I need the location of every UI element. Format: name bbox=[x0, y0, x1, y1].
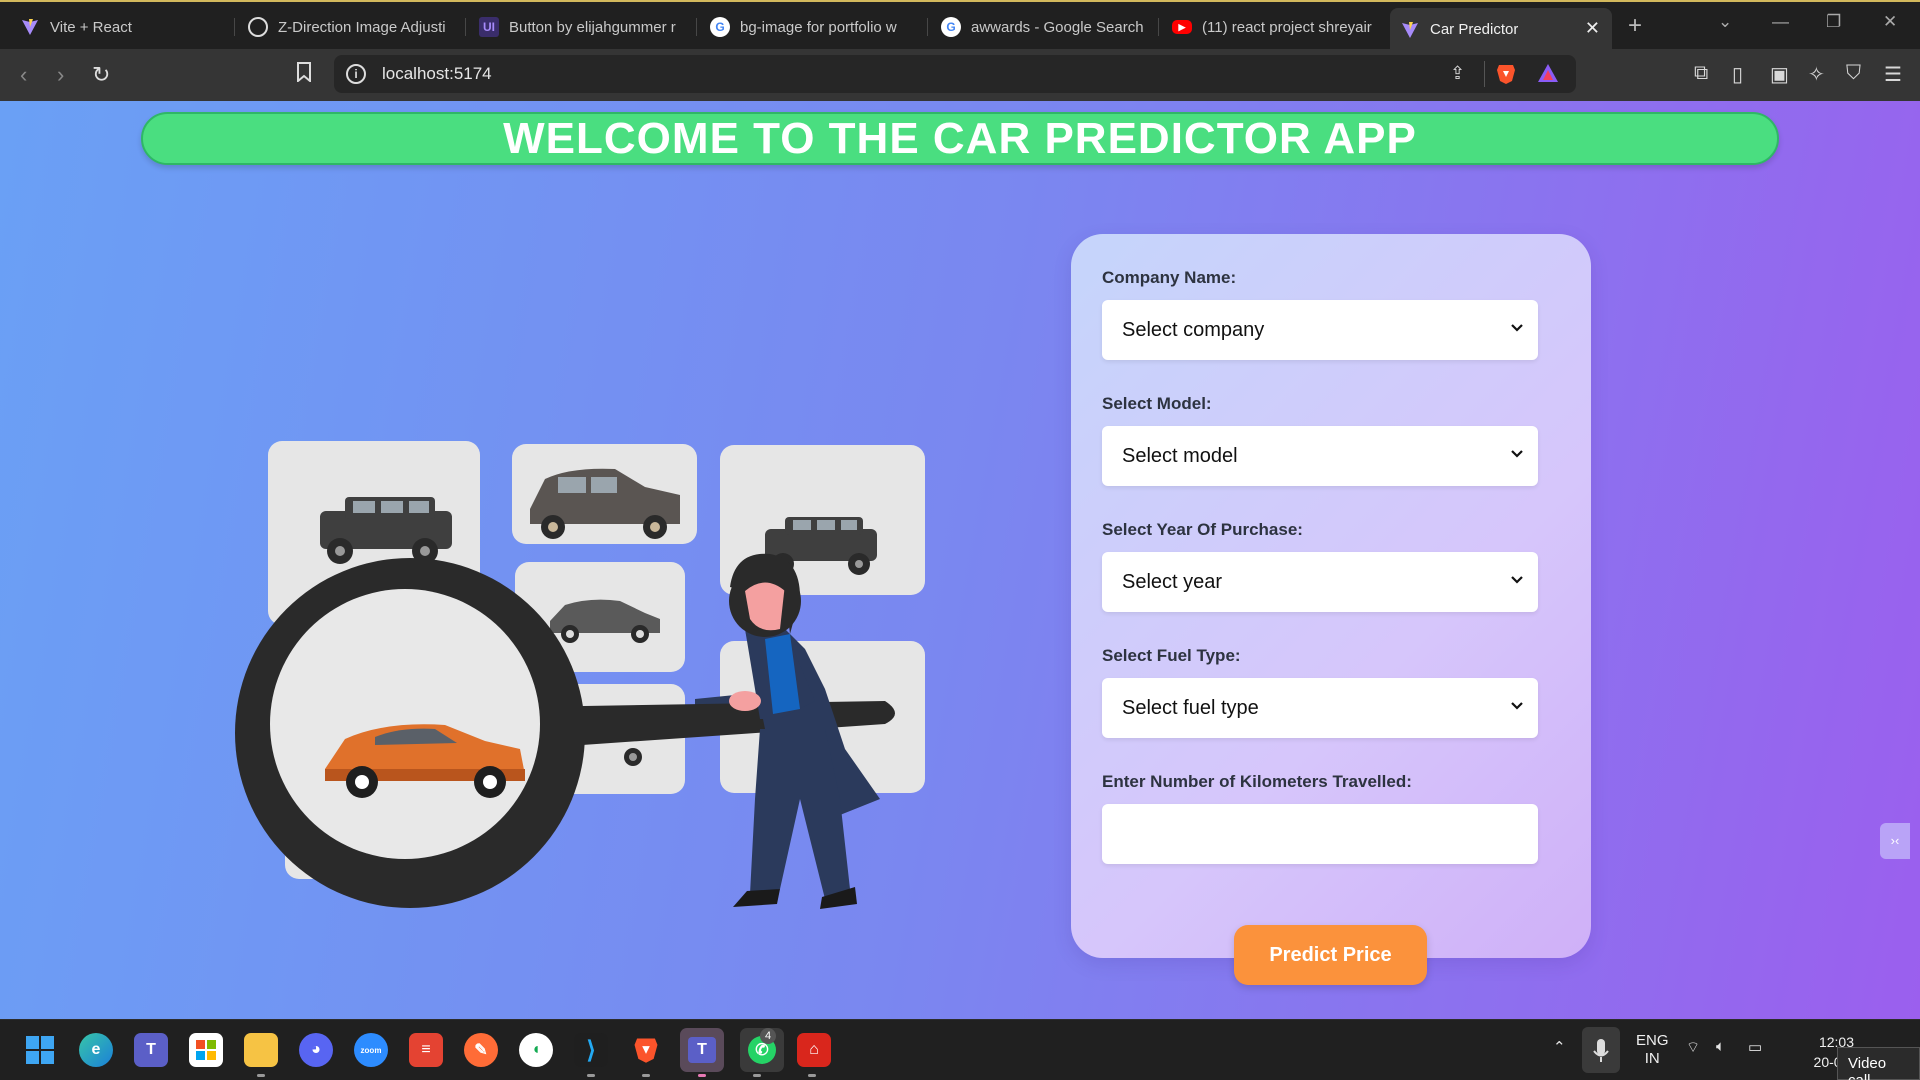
show-hidden-icons-chevron-icon[interactable]: ⌃ bbox=[1553, 1038, 1566, 1056]
reload-icon[interactable]: ↻ bbox=[92, 62, 110, 88]
whatsapp-badge: 4 bbox=[760, 1028, 776, 1044]
menu-icon[interactable]: ☰ bbox=[1884, 62, 1902, 87]
window-close-icon[interactable]: ✕ bbox=[1883, 12, 1897, 32]
tab-bg-image[interactable]: G bg-image for portfolio w bbox=[700, 8, 928, 46]
browser-tab-bar: Vite + React Z-Direction Image Adjusti U… bbox=[0, 0, 1920, 51]
wifi-icon[interactable]: ⌔ bbox=[1686, 1038, 1700, 1057]
page-title: WELCOME TO THE CAR PREDICTOR APP bbox=[503, 113, 1417, 163]
back-icon[interactable]: ‹ bbox=[20, 62, 27, 88]
tab-awwards-search[interactable]: G awwards - Google Search bbox=[931, 8, 1159, 46]
zoom-icon[interactable]: zoom bbox=[354, 1033, 388, 1067]
fuel-select-value: Select fuel type bbox=[1122, 696, 1259, 719]
language-code: ENG bbox=[1636, 1032, 1669, 1049]
region-code: IN bbox=[1644, 1050, 1660, 1067]
brave-rewards-icon[interactable] bbox=[1537, 63, 1559, 88]
tab-youtube-react-project[interactable]: ▶ (11) react project shreyair bbox=[1162, 8, 1390, 46]
video-call-tooltip: Video call bbox=[1837, 1047, 1920, 1080]
discord-icon[interactable]: ◕ bbox=[299, 1033, 333, 1067]
year-select-value: Select year bbox=[1122, 570, 1223, 593]
chevron-down-icon bbox=[1511, 702, 1523, 710]
url-text[interactable]: localhost:5174 bbox=[382, 64, 492, 84]
sidebar-icon[interactable]: ▯ bbox=[1732, 62, 1743, 87]
acrobat-icon[interactable]: ⌂ bbox=[797, 1033, 831, 1067]
wallet-icon[interactable]: ▣ bbox=[1770, 62, 1789, 87]
tab-title: Z-Direction Image Adjusti bbox=[278, 18, 446, 36]
tab-title: Car Predictor bbox=[1430, 21, 1519, 38]
model-label: Select Model: bbox=[1102, 394, 1212, 413]
openai-icon bbox=[248, 17, 268, 37]
minimize-icon[interactable]: — bbox=[1772, 12, 1789, 32]
close-icon[interactable]: ✕ bbox=[1585, 18, 1600, 39]
forward-icon[interactable]: › bbox=[57, 62, 64, 88]
tab-z-direction[interactable]: Z-Direction Image Adjusti bbox=[238, 8, 466, 46]
new-tab-icon[interactable]: + bbox=[1628, 12, 1642, 40]
extensions-icon[interactable]: ⧉ bbox=[1694, 62, 1708, 85]
todoist-icon[interactable]: ≡ bbox=[409, 1033, 443, 1067]
kilometers-input[interactable] bbox=[1102, 804, 1538, 864]
fuel-select[interactable]: Select fuel type bbox=[1102, 678, 1538, 738]
bookmark-icon[interactable] bbox=[296, 62, 312, 88]
tab-title: (11) react project shreyair bbox=[1202, 18, 1372, 36]
language-indicator[interactable]: ENG IN bbox=[1636, 1032, 1669, 1068]
tab-title: Button by elijahgummer r bbox=[509, 18, 676, 36]
tab-title: Vite + React bbox=[50, 18, 132, 36]
welcome-banner: WELCOME TO THE CAR PREDICTOR APP bbox=[141, 112, 1779, 165]
vite-icon bbox=[1400, 20, 1420, 40]
chevron-down-icon bbox=[1511, 576, 1523, 584]
store-icon[interactable] bbox=[189, 1033, 223, 1067]
address-toolbar: ‹ › ↻ i localhost:5174 ⇪ ⧉ ▯ ▣ ✧ ⛉ ☰ bbox=[0, 49, 1920, 101]
teams-work-icon[interactable]: T bbox=[680, 1028, 724, 1072]
company-select[interactable]: Select company bbox=[1102, 300, 1538, 360]
company-select-value: Select company bbox=[1122, 318, 1265, 341]
mongodb-compass-icon[interactable]: ◖ bbox=[519, 1033, 553, 1067]
zoom-label: zoom bbox=[360, 1045, 382, 1055]
brave-shields-icon[interactable] bbox=[1496, 63, 1516, 90]
chevron-down-icon bbox=[1511, 324, 1523, 332]
restore-icon[interactable]: ❐ bbox=[1826, 12, 1841, 32]
tab-title: bg-image for portfolio w bbox=[740, 18, 897, 36]
postman-icon[interactable]: ✎ bbox=[464, 1033, 498, 1067]
teams-icon[interactable]: T bbox=[134, 1033, 168, 1067]
edge-icon[interactable]: e bbox=[79, 1033, 113, 1067]
windows-taskbar: e T ◕ zoom ≡ ✎ ◖ ⟩ T ✆ 4 ⌂ ⌃ ENG IN ⌔ 🔈︎… bbox=[0, 1019, 1920, 1080]
tab-title: awwards - Google Search bbox=[971, 18, 1144, 36]
brave-icon[interactable] bbox=[629, 1033, 663, 1067]
battery-icon[interactable]: ▭ bbox=[1748, 1038, 1762, 1056]
google-icon: G bbox=[941, 17, 961, 37]
app-page: WELCOME TO THE CAR PREDICTOR APP Company… bbox=[0, 101, 1920, 1019]
year-select[interactable]: Select year bbox=[1102, 552, 1538, 612]
google-icon: G bbox=[710, 17, 730, 37]
prediction-form: Company Name: Select company Select Mode… bbox=[1071, 234, 1591, 958]
volume-icon[interactable]: 🔈︎ bbox=[1716, 1038, 1725, 1055]
predict-price-button[interactable]: Predict Price bbox=[1234, 925, 1427, 985]
share-icon[interactable]: ⇪ bbox=[1450, 63, 1465, 84]
vpn-icon[interactable]: ⛉ bbox=[1846, 62, 1861, 85]
chevron-down-icon bbox=[1511, 450, 1523, 458]
fuel-label: Select Fuel Type: bbox=[1102, 646, 1241, 665]
car-search-illustration bbox=[235, 441, 925, 909]
address-bar[interactable]: i localhost:5174 ⇪ bbox=[334, 55, 1576, 93]
vscode-icon[interactable]: ⟩ bbox=[574, 1033, 608, 1067]
side-panel-toggle-icon[interactable]: ›‹ bbox=[1880, 823, 1910, 859]
file-explorer-icon[interactable] bbox=[244, 1033, 278, 1067]
year-label: Select Year Of Purchase: bbox=[1102, 520, 1303, 539]
tab-search-chevron-icon[interactable]: ⌄ bbox=[1718, 12, 1732, 32]
tab-car-predictor[interactable]: Car Predictor ✕ bbox=[1390, 8, 1612, 51]
vite-icon bbox=[20, 17, 40, 37]
tab-vite-react[interactable]: Vite + React bbox=[10, 8, 235, 46]
company-label: Company Name: bbox=[1102, 268, 1237, 287]
start-icon[interactable] bbox=[23, 1033, 57, 1067]
kilometers-label: Enter Number of Kilometers Travelled: bbox=[1102, 772, 1412, 791]
site-info-icon[interactable]: i bbox=[346, 64, 366, 84]
microphone-icon[interactable] bbox=[1582, 1027, 1620, 1073]
model-select-value: Select model bbox=[1122, 444, 1238, 467]
youtube-icon: ▶ bbox=[1172, 20, 1192, 34]
leo-ai-icon[interactable]: ✧ bbox=[1808, 62, 1825, 87]
model-select[interactable]: Select model bbox=[1102, 426, 1538, 486]
tab-uiverse-button[interactable]: UI Button by elijahgummer r bbox=[469, 8, 697, 46]
uiverse-icon: UI bbox=[479, 17, 499, 37]
